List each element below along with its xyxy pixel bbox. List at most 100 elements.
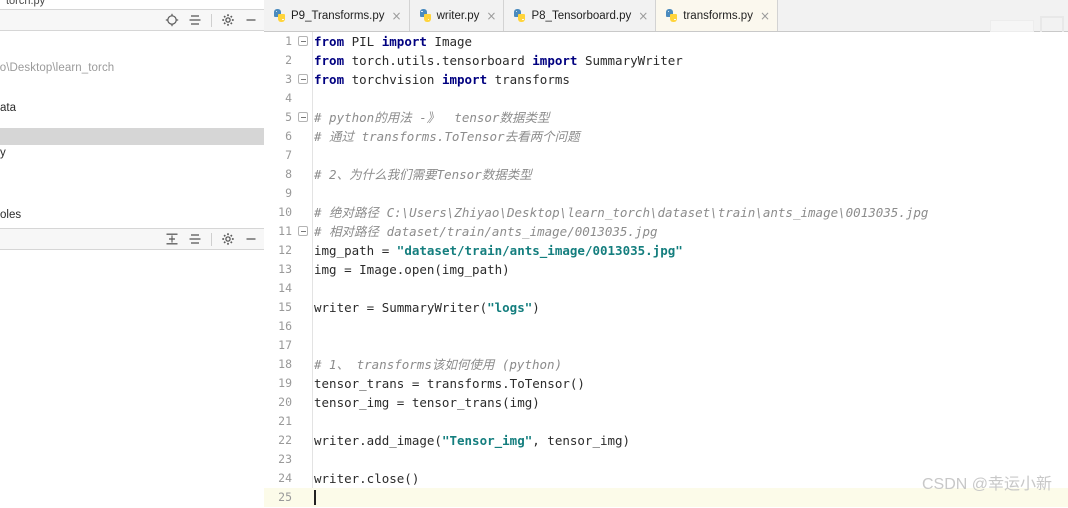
code-lines-container: 1 from PIL import Image 2 from torch.utils.… bbox=[264, 32, 1068, 508]
line-text: # python的用法 -》 tensor数据类型 bbox=[314, 108, 549, 127]
code-line[interactable]: 19 tensor_trans = transforms.ToTensor() bbox=[264, 374, 1068, 393]
toolbar-divider bbox=[211, 232, 212, 246]
code-line[interactable]: 4 bbox=[264, 89, 1068, 108]
project-tree[interactable]: rs\Zhiyao\Desktop\learn_torch ata -py y … bbox=[0, 32, 264, 228]
token-str: "logs" bbox=[487, 300, 533, 315]
token-plain: writer.close() bbox=[314, 471, 420, 486]
tree-item-py-selected[interactable]: -py bbox=[0, 128, 264, 145]
code-line[interactable]: 5 # python的用法 -》 tensor数据类型 bbox=[264, 108, 1068, 127]
code-line[interactable]: 6 # 通过 transforms.ToTensor去看两个问题 bbox=[264, 127, 1068, 146]
fold-collapse-icon[interactable] bbox=[298, 226, 308, 236]
tree-item-consoles[interactable]: oles bbox=[0, 207, 21, 224]
tree-item-data[interactable]: ata bbox=[0, 100, 16, 117]
project-root-path: rs\Zhiyao\Desktop\learn_torch bbox=[0, 62, 115, 74]
line-number: 2 bbox=[285, 53, 292, 67]
token-kw: from bbox=[314, 53, 345, 68]
token-kw: from bbox=[314, 34, 345, 49]
code-editor[interactable]: 1 from PIL import Image 2 from torch.utils.… bbox=[264, 32, 1068, 508]
code-line[interactable]: 21 bbox=[264, 412, 1068, 431]
minimize-icon[interactable] bbox=[244, 13, 258, 27]
settings-gear-icon[interactable] bbox=[221, 13, 235, 27]
code-line[interactable]: 17 bbox=[264, 336, 1068, 355]
line-number: 4 bbox=[285, 91, 292, 105]
token-plain: transforms bbox=[487, 72, 570, 87]
line-number: 5 bbox=[285, 110, 292, 124]
close-icon[interactable]: × bbox=[486, 10, 496, 22]
fold-collapse-icon[interactable] bbox=[298, 74, 308, 84]
token-plain: SummaryWriter bbox=[577, 53, 683, 68]
code-line[interactable]: 16 bbox=[264, 317, 1068, 336]
code-line[interactable]: 13 img = Image.open(img_path) bbox=[264, 260, 1068, 279]
code-line[interactable]: 1 from PIL import Image bbox=[264, 32, 1068, 51]
line-number: 15 bbox=[278, 300, 292, 314]
line-number: 12 bbox=[278, 243, 292, 257]
line-number: 11 bbox=[278, 224, 292, 238]
line-number: 10 bbox=[278, 205, 292, 219]
line-number: 25 bbox=[278, 490, 292, 504]
token-kw: import bbox=[441, 72, 488, 87]
code-line[interactable]: 11 # 相对路径 dataset/train/ants_image/001303… bbox=[264, 222, 1068, 241]
fold-collapse-icon[interactable] bbox=[298, 112, 308, 122]
line-text: # 相对路径 dataset/train/ants_image/0013035.… bbox=[314, 222, 658, 241]
line-number: 9 bbox=[285, 186, 292, 200]
fold-collapse-icon[interactable] bbox=[298, 36, 308, 46]
line-text: img = Image.open(img_path) bbox=[314, 260, 510, 279]
toolbar-divider bbox=[211, 13, 212, 27]
line-text: writer.close() bbox=[314, 469, 419, 488]
tab-label: P8_Tensorboard.py bbox=[531, 9, 632, 22]
ide-window: torch.py o\Desktop\learn_torch ata y ole… bbox=[0, 0, 1068, 508]
code-line[interactable]: 20 tensor_img = tensor_trans(img) bbox=[264, 393, 1068, 412]
code-line[interactable]: 18 # 1、 transforms该如何使用 (python) bbox=[264, 355, 1068, 374]
tab-label: P9_Transforms.py bbox=[291, 9, 385, 22]
expand-all-icon[interactable] bbox=[165, 232, 179, 246]
token-plain: ) bbox=[532, 300, 540, 315]
token-cmt: # 1、 transforms该如何使用 (python) bbox=[314, 357, 563, 372]
close-icon[interactable]: × bbox=[638, 10, 648, 22]
code-line[interactable]: 9 bbox=[264, 184, 1068, 203]
code-line[interactable]: 14 bbox=[264, 279, 1068, 298]
code-line[interactable]: 22 writer.add_image("Tensor_img", tensor_… bbox=[264, 431, 1068, 450]
collapse-all-icon[interactable] bbox=[188, 13, 202, 27]
token-plain: torch.utils.tensorboard bbox=[344, 53, 533, 68]
editor-tab-writer[interactable]: writer.py × bbox=[409, 0, 505, 31]
minimize-icon[interactable] bbox=[244, 232, 258, 246]
code-line[interactable]: 8 # 2、为什么我们需要Tensor数据类型 bbox=[264, 165, 1068, 184]
close-icon[interactable]: × bbox=[392, 10, 402, 22]
editor-tab-transforms-active[interactable]: transforms.py × bbox=[656, 0, 779, 31]
clipped-window-title-strip: torch.py bbox=[0, 0, 264, 9]
line-number: 6 bbox=[285, 129, 292, 143]
token-plain: writer = SummaryWriter( bbox=[314, 300, 488, 315]
line-number: 16 bbox=[278, 319, 292, 333]
tab-label: transforms.py bbox=[683, 9, 753, 22]
editor-tab-p9-transforms[interactable]: P9_Transforms.py × bbox=[264, 0, 410, 31]
editor-area: P9_Transforms.py × writer.py × P8_Tensor… bbox=[264, 0, 1068, 508]
line-text: # 1、 transforms该如何使用 (python) bbox=[314, 355, 562, 374]
code-line[interactable]: 12 img_path = "dataset/train/ants_image/0… bbox=[264, 241, 1068, 260]
token-cmt: # 通过 transforms.ToTensor去看两个问题 bbox=[314, 129, 580, 144]
token-plain: tensor_trans = transforms.ToTensor() bbox=[314, 376, 585, 391]
settings-gear-icon[interactable] bbox=[221, 232, 235, 246]
code-line[interactable]: 10 # 绝对路径 C:\Users\Zhiyao\Desktop\learn_t… bbox=[264, 203, 1068, 222]
code-line[interactable]: 7 bbox=[264, 146, 1068, 165]
python-file-icon bbox=[513, 9, 526, 22]
line-number: 8 bbox=[285, 167, 292, 181]
token-cmt: # python的用法 -》 tensor数据类型 bbox=[314, 110, 550, 125]
line-text: from torch.utils.tensorboard import Summ… bbox=[314, 51, 683, 70]
line-text: img_path = "dataset/train/ants_image/001… bbox=[314, 241, 683, 260]
editor-tab-p8-tensorboard[interactable]: P8_Tensorboard.py × bbox=[504, 0, 657, 31]
structure-panel-toolbar bbox=[0, 228, 264, 250]
token-cmt: # 相对路径 dataset/train/ants_image/0013035.… bbox=[314, 224, 658, 239]
collapse-all-icon[interactable] bbox=[188, 232, 202, 246]
line-text: tensor_trans = transforms.ToTensor() bbox=[314, 374, 585, 393]
code-line[interactable]: 15 writer = SummaryWriter("logs") bbox=[264, 298, 1068, 317]
line-number: 1 bbox=[285, 34, 292, 48]
line-number: 7 bbox=[285, 148, 292, 162]
locate-target-icon[interactable] bbox=[165, 13, 179, 27]
code-line[interactable]: 3 from torchvision import transforms bbox=[264, 70, 1068, 89]
code-line[interactable]: 23 bbox=[264, 450, 1068, 469]
code-line[interactable]: 2 from torch.utils.tensorboard import Sum… bbox=[264, 51, 1068, 70]
line-text: writer.add_image("Tensor_img", tensor_im… bbox=[314, 431, 630, 450]
close-icon[interactable]: × bbox=[760, 10, 770, 22]
line-text: tensor_img = tensor_trans(img) bbox=[314, 393, 540, 412]
tree-item-py-second[interactable]: y bbox=[0, 145, 6, 162]
